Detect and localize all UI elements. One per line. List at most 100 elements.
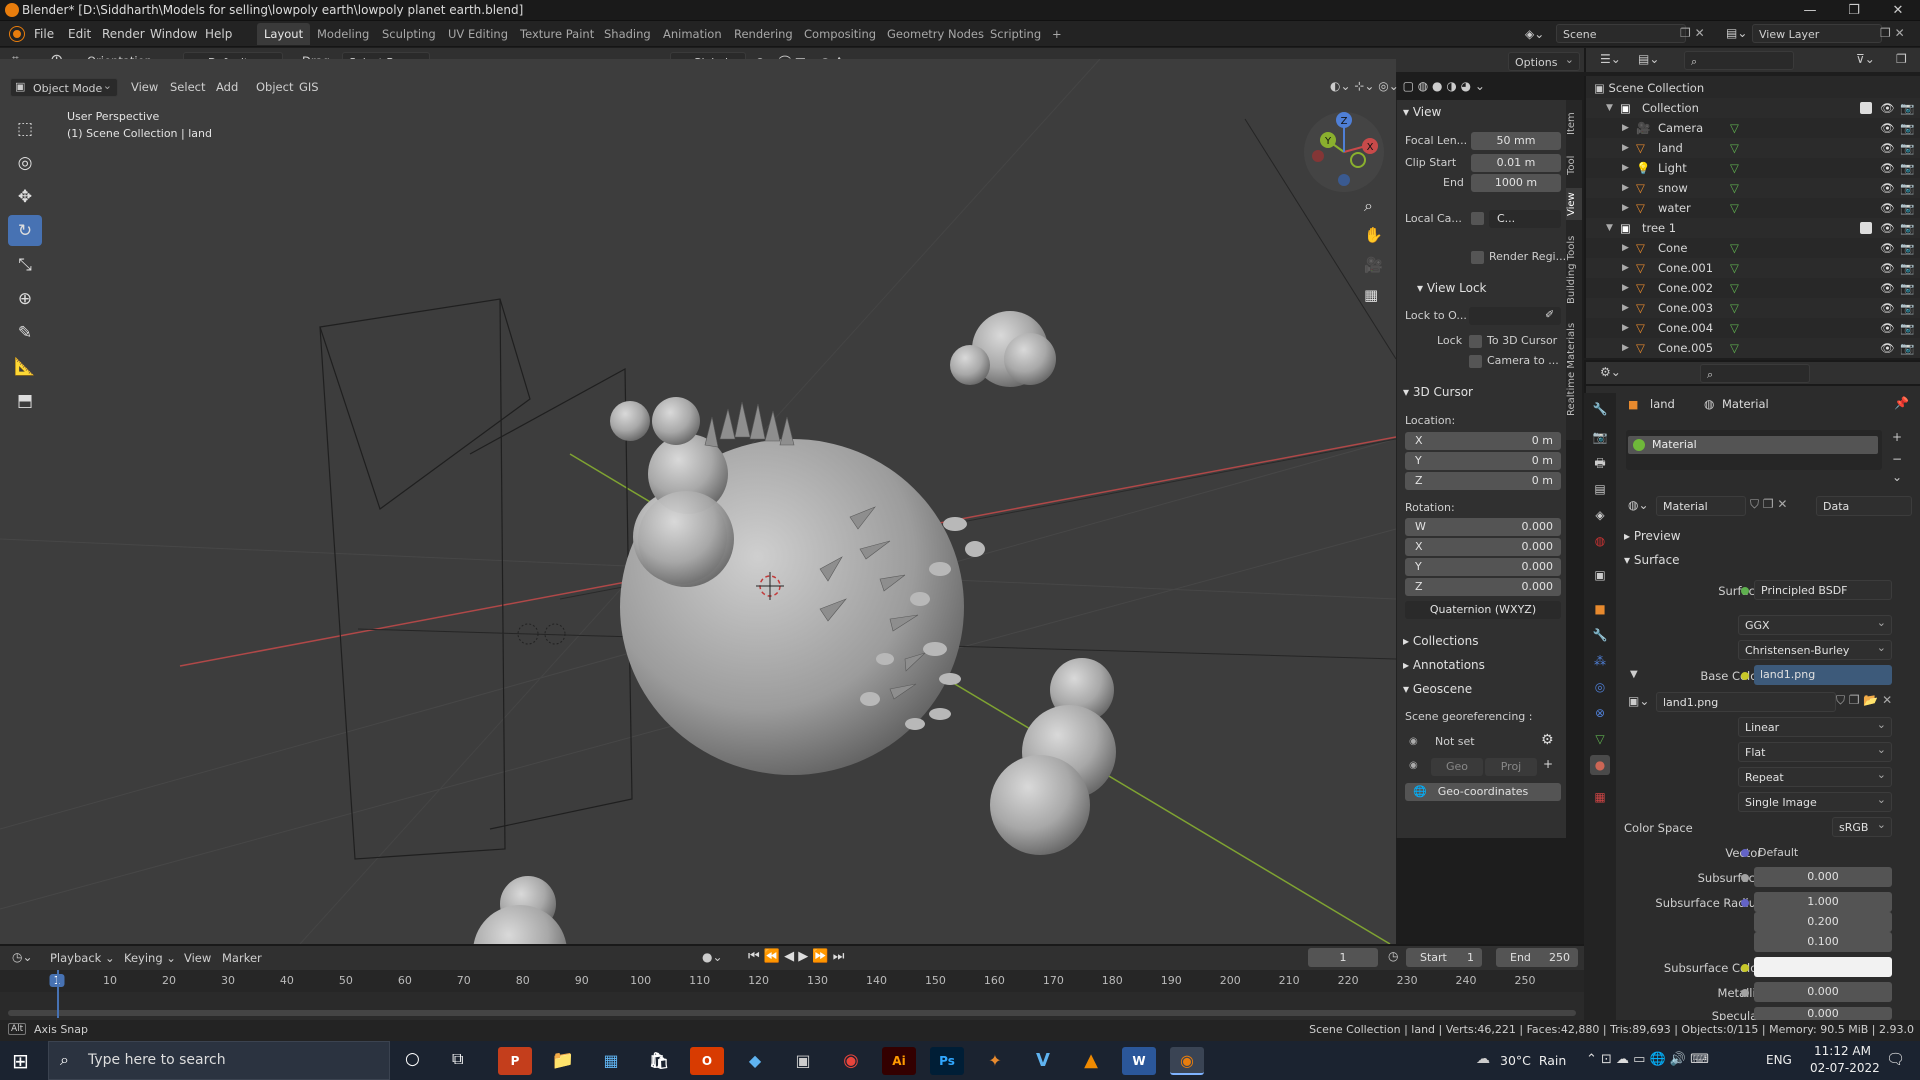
- outliner-item[interactable]: ▶ ▽ snow ▽ 👁 📷: [1586, 178, 1920, 198]
- eyedropper-icon[interactable]: ✐: [1545, 308, 1554, 321]
- subsurface-method-dropdown[interactable]: Christensen-Burley: [1738, 640, 1892, 660]
- auto-keying-icon[interactable]: ●⌄: [702, 950, 723, 964]
- render-camera-icon[interactable]: 📷: [1900, 198, 1914, 218]
- object-tab-icon[interactable]: ■: [1590, 599, 1610, 619]
- visibility-eye-icon[interactable]: 👁: [1880, 278, 1895, 298]
- add-cube-tool-icon[interactable]: ⬒: [8, 385, 42, 416]
- expand-arrow-icon[interactable]: ▼: [1606, 98, 1613, 118]
- material-browse-icon[interactable]: ◍⌄: [1628, 498, 1649, 512]
- start-frame-field[interactable]: Start 1: [1406, 948, 1482, 967]
- clip-start-field[interactable]: 0.01 m: [1471, 154, 1561, 172]
- 3d-cursor-section-header[interactable]: ▾ 3D Cursor: [1403, 382, 1473, 402]
- weather-icon[interactable]: ☁: [1476, 1051, 1490, 1067]
- view-layer-tab-icon[interactable]: ▤: [1590, 479, 1610, 499]
- render-camera-icon[interactable]: 📷: [1900, 258, 1914, 278]
- particles-tab-icon[interactable]: ⁂: [1590, 651, 1610, 671]
- current-frame-field[interactable]: 1: [1308, 948, 1378, 967]
- add-georef-icon[interactable]: +: [1543, 757, 1553, 771]
- rotate-tool-icon[interactable]: ↻: [8, 215, 42, 246]
- playback-menu[interactable]: Playback ⌄: [50, 948, 115, 968]
- cursor-rotation-z[interactable]: Z 0.000: [1405, 578, 1561, 596]
- photoshop-icon[interactable]: Ps: [930, 1047, 964, 1075]
- options-dropdown[interactable]: Options: [1508, 52, 1580, 71]
- cursor-tool-icon[interactable]: ◎: [8, 147, 42, 178]
- workspace-tab-modeling[interactable]: Modeling: [310, 23, 376, 45]
- outliner-search-input[interactable]: ⌕: [1684, 51, 1794, 70]
- view-section-header[interactable]: ▾ View: [1403, 102, 1441, 122]
- playback-controls-icons[interactable]: ⏮ ⏪ ◀ ▶ ⏩ ⏭: [748, 949, 844, 964]
- language-indicator[interactable]: ENG: [1766, 1053, 1792, 1067]
- visibility-eye-icon[interactable]: 👁: [1880, 338, 1895, 358]
- visibility-eye-icon[interactable]: 👁: [1880, 138, 1895, 158]
- subsurface-radius-z[interactable]: 0.100: [1754, 932, 1892, 952]
- geo-coordinates-button[interactable]: 🌐 Geo-coordinates: [1405, 783, 1561, 801]
- view-layer-field[interactable]: View Layer: [1752, 24, 1882, 43]
- windows-start-icon[interactable]: ⊞: [12, 1049, 29, 1073]
- clock-date[interactable]: 02-07-2022: [1810, 1061, 1880, 1075]
- playhead-line[interactable]: [57, 970, 59, 1018]
- subsurface-color-swatch[interactable]: [1754, 957, 1892, 977]
- vectorworks-icon[interactable]: V: [1026, 1047, 1060, 1075]
- expand-arrow-icon[interactable]: ▶: [1622, 338, 1629, 358]
- color-space-dropdown[interactable]: sRGB: [1832, 817, 1892, 837]
- marker-menu[interactable]: Marker: [222, 948, 262, 968]
- add-workspace-button[interactable]: +: [1045, 23, 1069, 45]
- viewport-shading-icons[interactable]: ◐⌄ ⊹⌄ ◎⌄ ▢ ◍ ● ◑ ◕ ⌄: [1330, 79, 1485, 93]
- menu-render[interactable]: Render: [97, 25, 150, 43]
- visibility-eye-icon[interactable]: 👁: [1880, 98, 1895, 118]
- base-color-texture-field[interactable]: land1.png: [1754, 665, 1892, 685]
- interpolation-dropdown[interactable]: Linear: [1738, 717, 1892, 737]
- app-orange-icon[interactable]: ✦: [978, 1047, 1012, 1075]
- subsurface-radius-y[interactable]: 0.200: [1754, 912, 1892, 932]
- sidebar-tab-tool[interactable]: Tool: [1566, 152, 1582, 178]
- outliner-item[interactable]: ▶ ▽ Cone ▽ 👁 📷: [1586, 238, 1920, 258]
- geo-radio-icon[interactable]: ◉: [1409, 760, 1418, 771]
- visibility-eye-icon[interactable]: 👁: [1880, 258, 1895, 278]
- exclude-checkbox[interactable]: [1860, 222, 1872, 234]
- timeline-editor-icon[interactable]: ◷⌄: [12, 950, 33, 964]
- outliner-item[interactable]: ▶ 🎥 Camera ▽ 👁 📷: [1586, 118, 1920, 138]
- fake-user-shield-icon[interactable]: ⛉ ❐ ✕: [1750, 497, 1787, 512]
- render-camera-icon[interactable]: 📷: [1900, 118, 1914, 138]
- preview-range-clock-icon[interactable]: ◷: [1388, 949, 1398, 963]
- cursor-location-y[interactable]: Y0 m: [1405, 452, 1561, 470]
- word-icon[interactable]: W: [1122, 1047, 1156, 1075]
- physics-tab-icon[interactable]: ◎: [1590, 677, 1610, 697]
- visibility-eye-icon[interactable]: 👁: [1880, 118, 1895, 138]
- render-camera-icon[interactable]: 📷: [1900, 218, 1914, 238]
- blender-menu-icon[interactable]: [10, 27, 24, 41]
- timeline-view-menu[interactable]: View: [184, 948, 211, 968]
- outliner-filter-icon[interactable]: ⊽⌄: [1856, 52, 1875, 66]
- image-browse-icon[interactable]: ▣⌄: [1628, 694, 1649, 708]
- focal-length-field[interactable]: 50 mm: [1471, 132, 1561, 150]
- ortho-grid-icon[interactable]: ▦: [1364, 286, 1378, 304]
- visibility-eye-icon[interactable]: 👁: [1880, 178, 1895, 198]
- metallic-field[interactable]: 0.000: [1754, 982, 1892, 1002]
- workspace-tab-compositing[interactable]: Compositing: [797, 23, 883, 45]
- viewport-menu-object[interactable]: Object: [256, 77, 293, 97]
- sidebar-tab-realtime-materials[interactable]: Realtime Materials: [1566, 318, 1582, 420]
- visibility-eye-icon[interactable]: 👁: [1880, 218, 1895, 238]
- material-name-field[interactable]: Material: [1656, 496, 1746, 516]
- slot-menu-chevron-icon[interactable]: ⌄: [1892, 470, 1902, 484]
- expand-arrow-icon[interactable]: ▶: [1622, 158, 1629, 178]
- 3d-viewport[interactable]: [0, 59, 1396, 944]
- image-name-field[interactable]: land1.png: [1656, 692, 1836, 712]
- pan-hand-icon[interactable]: ✋: [1364, 226, 1383, 244]
- output-tab-icon[interactable]: 🖶: [1590, 453, 1610, 473]
- outliner-item[interactable]: ▼ ▣ Collection 👁 📷: [1586, 98, 1920, 118]
- outliner-item[interactable]: ▶ ▽ water ▽ 👁 📷: [1586, 198, 1920, 218]
- add-slot-button[interactable]: +: [1892, 430, 1902, 444]
- render-camera-icon[interactable]: 📷: [1900, 98, 1914, 118]
- app-blue-icon[interactable]: ◆: [738, 1047, 772, 1075]
- render-camera-icon[interactable]: 📷: [1900, 238, 1914, 258]
- end-frame-field[interactable]: End 250: [1496, 948, 1578, 967]
- settings-app-icon[interactable]: ▦: [594, 1047, 628, 1075]
- viewport-menu-view[interactable]: View: [131, 77, 158, 97]
- scene-field[interactable]: Scene: [1556, 24, 1686, 43]
- expand-arrow-icon[interactable]: ▶: [1622, 258, 1629, 278]
- maximize-button[interactable]: ❐: [1832, 0, 1876, 21]
- sidebar-tab-view[interactable]: View: [1566, 188, 1582, 220]
- visibility-eye-icon[interactable]: 👁: [1880, 238, 1895, 258]
- visibility-eye-icon[interactable]: 👁: [1880, 158, 1895, 178]
